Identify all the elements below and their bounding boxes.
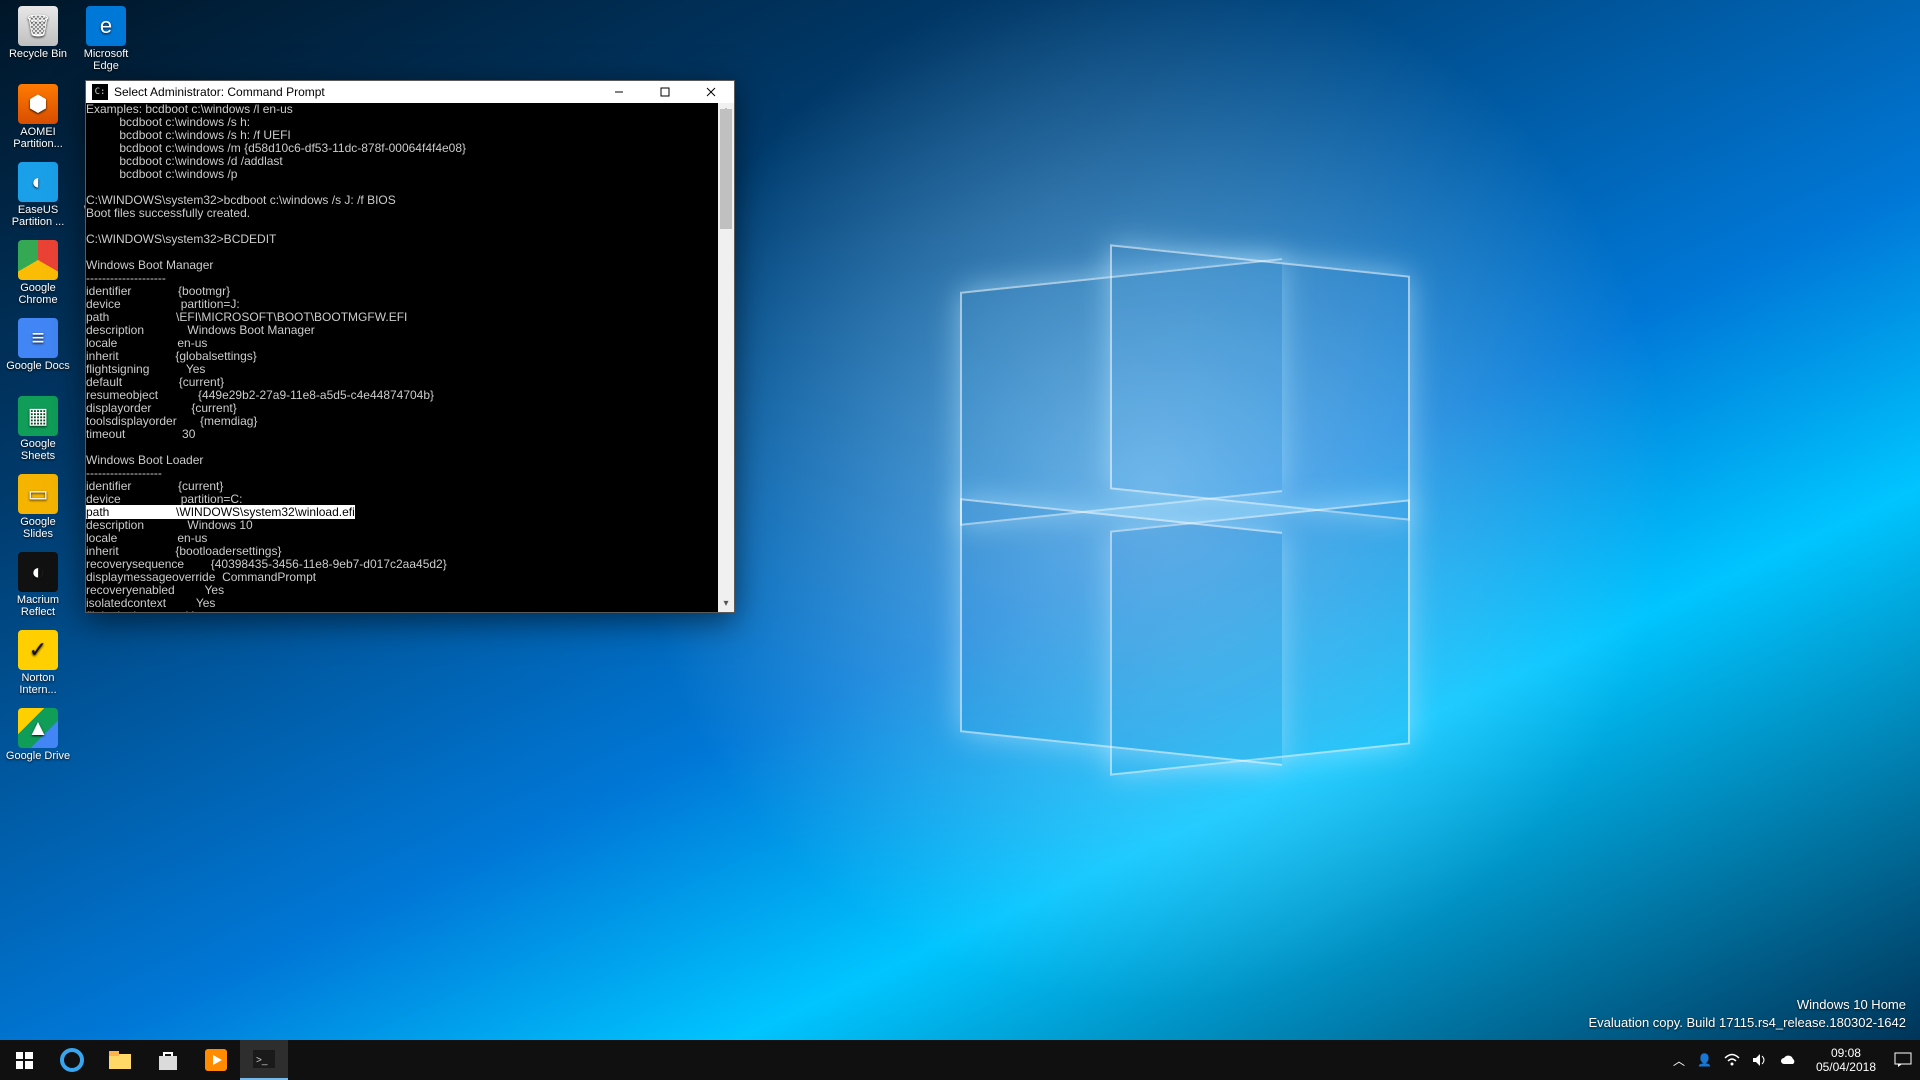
maximize-icon	[660, 87, 670, 97]
desktop-icon-label: Google Docs	[6, 360, 70, 372]
terminal-body[interactable]: Examples: bcdboot c:\windows /l en-us bc…	[86, 103, 734, 612]
watermark-edition: Windows 10 Home	[1588, 996, 1906, 1014]
minimize-button[interactable]	[596, 81, 642, 103]
tray-clock[interactable]: 09:08 05/04/2018	[1810, 1046, 1882, 1074]
tray-people-icon[interactable]: 👤	[1697, 1053, 1712, 1067]
google-slides-icon: ▭	[18, 474, 58, 514]
desktop-icon[interactable]: ✓Norton Intern...	[4, 628, 72, 704]
tray-network-icon[interactable]	[1724, 1053, 1740, 1067]
clock-date: 05/04/2018	[1816, 1060, 1876, 1074]
desktop-icon-label: Google Slides	[4, 516, 72, 540]
desktop-icon[interactable]: ≡ Google Docs	[4, 316, 72, 392]
cmd-icon: >_	[253, 1050, 275, 1068]
watermark-build: Evaluation copy. Build 17115.rs4_release…	[1588, 1014, 1906, 1032]
desktop-icon-label: EaseUS Partition ...	[4, 204, 72, 228]
desktop-icon[interactable]: ▲ Google Drive	[4, 706, 72, 782]
tray-action-center-icon[interactable]	[1894, 1052, 1912, 1068]
windows-watermark: Windows 10 Home Evaluation copy. Build 1…	[1588, 996, 1906, 1032]
notification-icon	[1894, 1052, 1912, 1068]
scrollbar[interactable]: ▴ ▾	[718, 103, 734, 612]
cloud-icon	[1780, 1054, 1798, 1066]
google-drive-icon: ▲	[18, 708, 58, 748]
taskbar-item-explorer[interactable]	[96, 1040, 144, 1080]
maximize-button[interactable]	[642, 81, 688, 103]
wallpaper-pane	[1110, 499, 1410, 776]
terminal-text: description Windows 10 locale en-us inhe…	[86, 518, 447, 612]
windows-logo-icon	[16, 1052, 33, 1069]
terminal-selection: path	[86, 505, 176, 519]
scroll-thumb[interactable]	[720, 109, 732, 229]
desktop-icon-label: Google Drive	[6, 750, 70, 762]
terminal-output[interactable]: Examples: bcdboot c:\windows /l en-us bc…	[86, 103, 734, 612]
google-sheets-icon: ▦	[18, 396, 58, 436]
tray-volume-icon[interactable]	[1752, 1053, 1768, 1067]
desktop-icon[interactable]: ◐Macrium Reflect	[4, 550, 72, 626]
terminal-selection: \WINDOWS\system32\winload.efi	[176, 505, 355, 519]
desktop-icon[interactable]: 🗑 Recycle Bin	[4, 4, 72, 80]
taskbar-item-media[interactable]	[192, 1040, 240, 1080]
taskbar[interactable]: >_ ︿ 👤 09:08 05/04/2018	[0, 1040, 1920, 1080]
macrium-reflect-icon: ◐	[18, 552, 58, 592]
edge-icon	[60, 1048, 84, 1072]
desktop-icon[interactable]: eMicrosoft Edge	[72, 4, 140, 80]
desktop-icon[interactable]: ▦Google Sheets	[4, 394, 72, 470]
desktop-icon-label: Microsoft Edge	[72, 48, 140, 72]
taskbar-item-cmd[interactable]: >_	[240, 1040, 288, 1080]
desktop-icon-label: Google Chrome	[4, 282, 72, 306]
desktop-icon-label: Google Sheets	[4, 438, 72, 462]
norton-intern-icon: ✓	[18, 630, 58, 670]
close-icon	[706, 87, 716, 97]
store-icon	[157, 1050, 179, 1070]
titlebar[interactable]: C: Select Administrator: Command Prompt	[86, 81, 734, 103]
desktop-icon[interactable]: ▭Google Slides	[4, 472, 72, 548]
tray-chevron-up-icon[interactable]: ︿	[1673, 1052, 1685, 1069]
system-tray[interactable]: ︿ 👤 09:08 05/04/2018	[1665, 1040, 1920, 1080]
easeus-partition-icon: ◐	[18, 162, 58, 202]
recycle-bin-icon: 🗑	[18, 6, 58, 46]
command-prompt-window[interactable]: C: Select Administrator: Command Prompt …	[85, 80, 735, 613]
desktop-icon-label: Norton Intern...	[4, 672, 72, 696]
google-chrome-icon	[18, 240, 58, 280]
svg-text:>_: >_	[256, 1055, 268, 1066]
close-button[interactable]	[688, 81, 734, 103]
desktop-icon[interactable]: Google Chrome	[4, 238, 72, 314]
terminal-text: Examples: bcdboot c:\windows /l en-us bc…	[86, 103, 466, 506]
desktop-icon[interactable]: ⬢AOMEI Partition...	[4, 82, 72, 158]
wifi-icon	[1724, 1053, 1740, 1067]
aomei-partition-icon: ⬢	[18, 84, 58, 124]
media-icon	[205, 1049, 227, 1071]
microsoft-edge-icon: e	[86, 6, 126, 46]
file-explorer-icon	[109, 1051, 131, 1069]
desktop-icon-label: AOMEI Partition...	[4, 126, 72, 150]
start-button[interactable]	[0, 1040, 48, 1080]
taskbar-spacer	[288, 1040, 1665, 1080]
cmd-icon: C:	[92, 84, 108, 100]
window-title: Select Administrator: Command Prompt	[114, 85, 596, 99]
minimize-icon	[614, 87, 624, 97]
wallpaper-pane	[1110, 244, 1410, 521]
tray-onedrive-icon[interactable]	[1780, 1054, 1798, 1066]
taskbar-item-store[interactable]	[144, 1040, 192, 1080]
clock-time: 09:08	[1831, 1046, 1861, 1060]
scroll-down-icon[interactable]: ▾	[718, 596, 734, 612]
desktop-icon-label: Macrium Reflect	[4, 594, 72, 618]
desktop-icon-label: Recycle Bin	[9, 48, 67, 60]
volume-icon	[1752, 1053, 1768, 1067]
google-docs-icon: ≡	[18, 318, 58, 358]
taskbar-item-edge[interactable]	[48, 1040, 96, 1080]
desktop-icon[interactable]: ◐EaseUS Partition ...	[4, 160, 72, 236]
